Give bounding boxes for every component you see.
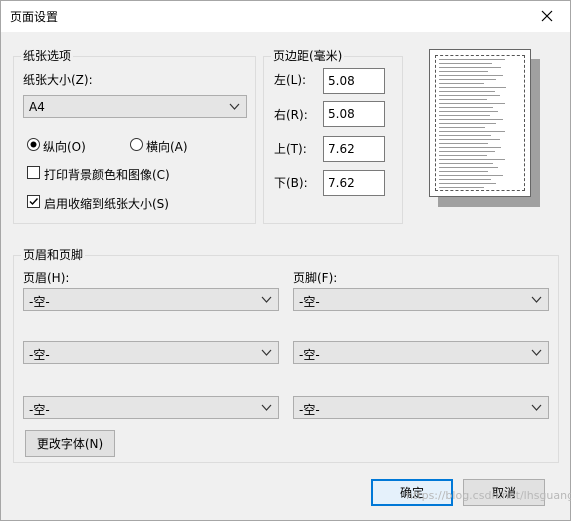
header-label: 页眉(H): — [23, 271, 70, 285]
margin-left-input[interactable]: 5.08 — [323, 68, 385, 94]
header-footer-title: 页眉和页脚 — [21, 248, 86, 262]
chevron-down-icon — [531, 296, 542, 303]
header-value-2: -空- — [29, 348, 50, 362]
margin-top-label: 上(T): — [274, 142, 307, 156]
chevron-down-icon — [261, 404, 272, 411]
chevron-down-icon — [261, 296, 272, 303]
shrink-to-fit-label[interactable]: 启用收缩到纸张大小(S) — [44, 195, 169, 212]
chevron-down-icon — [531, 404, 542, 411]
portrait-label[interactable]: 纵向(O) — [43, 138, 86, 155]
margin-right-input[interactable]: 5.08 — [323, 101, 385, 127]
page-setup-dialog: 页面设置 纸张选项 纸张大小(Z): A4 纵向(O) 横向(A) 打印背景颜色… — [0, 0, 571, 521]
change-font-button[interactable]: 更改字体(N) — [25, 430, 115, 457]
margin-right-label: 右(R): — [274, 108, 308, 122]
header-select-3[interactable]: -空- — [23, 396, 279, 419]
margin-top-value: 7.62 — [328, 142, 355, 156]
margin-top-input[interactable]: 7.62 — [323, 136, 385, 162]
margin-left-value: 5.08 — [328, 74, 355, 88]
footer-label: 页脚(F): — [293, 271, 338, 285]
portrait-radio[interactable] — [27, 138, 40, 151]
footer-value-2: -空- — [299, 348, 320, 362]
footer-select-3[interactable]: -空- — [293, 396, 549, 419]
watermark: https://blog.csdn.net/lhsguang — [406, 489, 571, 502]
footer-select-2[interactable]: -空- — [293, 341, 549, 364]
preview-text-lines — [439, 59, 521, 191]
footer-value-1: -空- — [299, 295, 320, 309]
paper-size-value: A4 — [29, 100, 45, 114]
header-value-3: -空- — [29, 403, 50, 417]
page-preview — [429, 49, 531, 197]
landscape-radio[interactable] — [130, 138, 143, 151]
margin-bottom-label: 下(B): — [274, 176, 308, 190]
paper-size-label: 纸张大小(Z): — [23, 73, 93, 87]
margin-left-label: 左(L): — [274, 73, 307, 87]
margin-right-value: 5.08 — [328, 107, 355, 121]
print-background-label[interactable]: 打印背景颜色和图像(C) — [44, 166, 170, 183]
preview-margin-box — [435, 55, 525, 191]
paper-options-title: 纸张选项 — [21, 49, 74, 63]
margin-bottom-value: 7.62 — [328, 176, 355, 190]
print-background-checkbox[interactable] — [27, 166, 40, 179]
title-bar: 页面设置 — [1, 1, 570, 32]
footer-value-3: -空- — [299, 403, 320, 417]
footer-select-1[interactable]: -空- — [293, 288, 549, 311]
window-title: 页面设置 — [10, 10, 59, 24]
header-select-2[interactable]: -空- — [23, 341, 279, 364]
chevron-down-icon — [261, 349, 272, 356]
header-value-1: -空- — [29, 295, 50, 309]
close-button[interactable] — [525, 1, 569, 31]
landscape-label[interactable]: 横向(A) — [146, 138, 188, 155]
checkmark-icon — [29, 198, 39, 206]
margins-title: 页边距(毫米) — [271, 49, 345, 63]
shrink-to-fit-checkbox[interactable] — [27, 195, 40, 208]
chevron-down-icon — [531, 349, 542, 356]
close-icon — [541, 10, 553, 22]
header-select-1[interactable]: -空- — [23, 288, 279, 311]
margin-bottom-input[interactable]: 7.62 — [323, 170, 385, 196]
paper-size-select[interactable]: A4 — [23, 95, 247, 118]
chevron-down-icon — [229, 103, 240, 110]
